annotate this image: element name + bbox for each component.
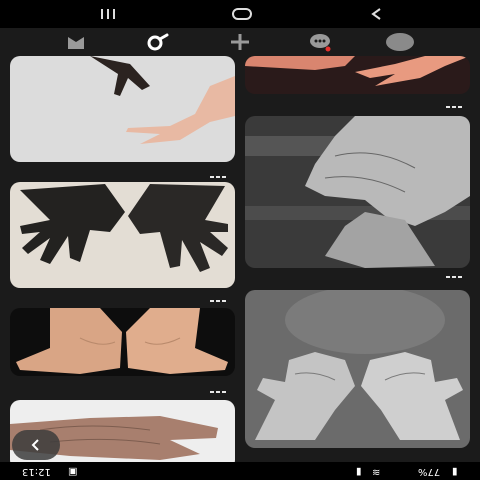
two-hands-image [245, 56, 470, 94]
battery-icon: ▮ [356, 466, 362, 477]
wrinkled-palms-image [245, 290, 470, 448]
profile-button[interactable] [382, 30, 418, 54]
open-palms-image [10, 308, 235, 376]
system-navigation-bar [0, 0, 480, 28]
more-options-button[interactable] [210, 174, 228, 180]
notification-icon: ▣ [68, 466, 78, 477]
recents-icon [101, 9, 115, 19]
floating-back-button[interactable] [12, 430, 60, 460]
notification-dot [325, 46, 331, 52]
image-tile[interactable] [10, 308, 235, 376]
back-button[interactable] [356, 0, 396, 28]
image-feed [0, 56, 480, 464]
back-icon [371, 8, 381, 20]
image-tile[interactable] [245, 56, 470, 94]
more-options-button[interactable] [210, 389, 228, 395]
more-options-button[interactable] [446, 104, 464, 110]
add-button[interactable] [222, 30, 258, 54]
dark-hands-image [10, 182, 235, 288]
battery-level-icon: ▮ [452, 466, 458, 477]
profile-icon [386, 33, 414, 51]
recents-button[interactable] [88, 0, 128, 28]
image-tile[interactable] [245, 290, 470, 448]
status-bar: 12:13 ▣ ▮ ≋ 77% ▮ [0, 462, 480, 480]
search-icon [147, 33, 169, 51]
add-icon [231, 34, 249, 50]
bookmark-button[interactable] [58, 30, 94, 54]
clasped-hands-image [245, 116, 470, 268]
home-button[interactable] [222, 0, 262, 28]
chat-icon [310, 34, 331, 52]
chat-button[interactable] [302, 30, 338, 54]
hands-reaching-image [10, 56, 235, 162]
home-icon [232, 8, 252, 20]
image-tile[interactable] [245, 116, 470, 268]
bookmark-icon [68, 37, 84, 49]
status-battery-percent: 77% [418, 466, 441, 477]
more-options-button[interactable] [210, 298, 228, 304]
status-time: 12:13 [22, 466, 51, 477]
app-toolbar [0, 28, 480, 56]
image-tile[interactable] [10, 182, 235, 288]
wifi-icon: ≋ [372, 466, 381, 477]
more-options-button[interactable] [446, 274, 464, 280]
image-tile[interactable] [10, 56, 235, 162]
search-button[interactable] [140, 30, 176, 54]
chevron-left-icon [31, 439, 39, 451]
